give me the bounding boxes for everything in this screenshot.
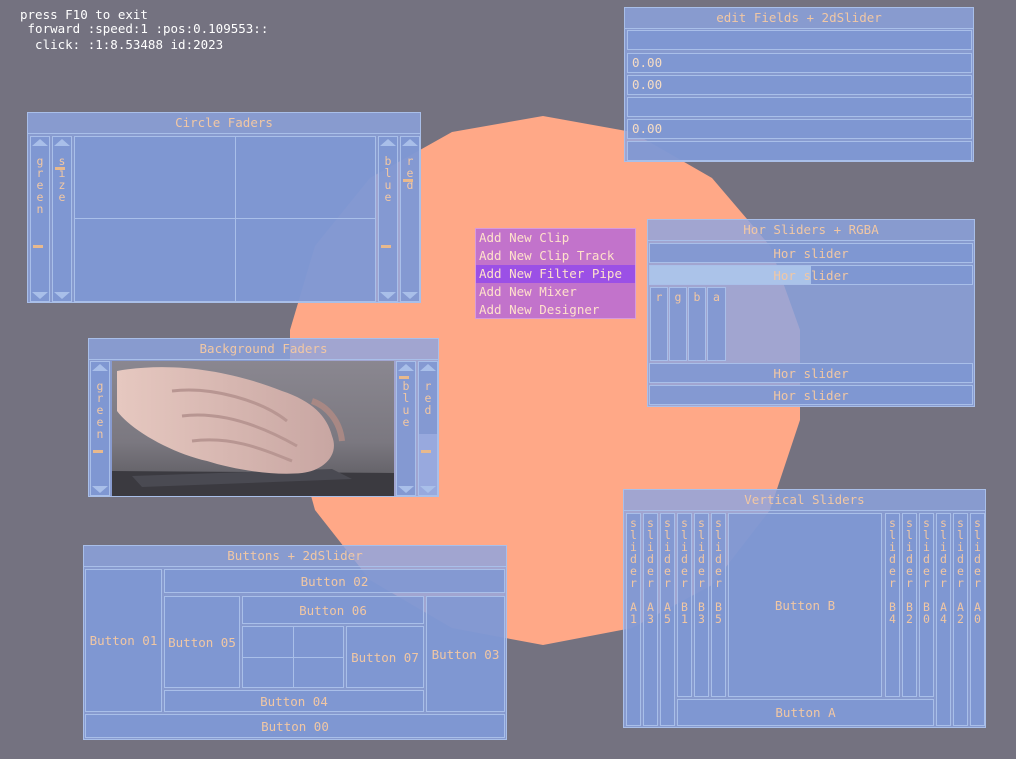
- green-slider[interactable]: g r e e n: [30, 136, 50, 302]
- edit-field-1[interactable]: 0.00: [627, 53, 972, 73]
- menu-item-add-designer[interactable]: Add New Designer: [476, 301, 635, 319]
- vslider-b4[interactable]: s l i d e r B 4: [885, 513, 900, 697]
- background-faders-title: Background Faders: [89, 339, 438, 360]
- vslider-b5[interactable]: s l i d e r B 5: [711, 513, 726, 697]
- arrow-down-icon[interactable]: [54, 292, 70, 299]
- hor-sliders-panel: Hor Sliders + RGBA Hor slider Hor slider…: [647, 219, 975, 407]
- rgba-slider-g[interactable]: g: [669, 287, 687, 361]
- button-00[interactable]: Button 00: [85, 714, 505, 738]
- vslider-b1[interactable]: s l i d e r B 1: [677, 513, 692, 697]
- edit-field-4[interactable]: 0.00: [627, 119, 972, 139]
- hor-slider-2-label: Hor slider: [773, 267, 849, 283]
- button-06[interactable]: Button 06: [242, 596, 424, 624]
- edit-field-2[interactable]: 0.00: [627, 75, 972, 95]
- button-03[interactable]: Button 03: [426, 596, 505, 712]
- blue-slider-label: b l u e: [402, 379, 410, 429]
- buttons-panel: Buttons + 2dSlider Button 01 Button 02 B…: [83, 545, 507, 740]
- button-04[interactable]: Button 04: [164, 690, 424, 712]
- arrow-up-icon[interactable]: [54, 139, 70, 146]
- arrow-down-icon[interactable]: [32, 292, 48, 299]
- edit-field-3[interactable]: [627, 97, 972, 117]
- red-slider[interactable]: r e d: [400, 136, 420, 302]
- circle-faders-title: Circle Faders: [28, 113, 420, 134]
- crosshair-horizontal: [75, 218, 375, 219]
- hor-slider-4[interactable]: Hor slider: [649, 385, 973, 405]
- arrow-down-icon[interactable]: [402, 292, 418, 299]
- hor-slider-1[interactable]: Hor slider: [649, 243, 973, 263]
- button-a[interactable]: Button A: [677, 699, 934, 726]
- blue-slider-label: b l u e: [384, 154, 392, 204]
- red-slider[interactable]: r e d: [418, 361, 438, 496]
- arrow-up-icon[interactable]: [420, 364, 436, 371]
- green-slider[interactable]: g r e e n: [90, 361, 110, 496]
- vslider-a5[interactable]: s l i d e r A 5: [660, 513, 675, 726]
- red-slider-label: r e d: [424, 379, 432, 417]
- size-slider[interactable]: s i z e: [52, 136, 72, 302]
- background-faders-panel: Background Faders g r e e n b l u e r e …: [88, 338, 439, 497]
- crosshair-vertical: [235, 137, 236, 301]
- slider-knob[interactable]: [403, 179, 413, 182]
- button-05[interactable]: Button 05: [164, 596, 240, 688]
- menu-item-add-clip-track[interactable]: Add New Clip Track: [476, 247, 635, 265]
- vslider-b3[interactable]: s l i d e r B 3: [694, 513, 709, 697]
- menu-item-add-filter-pipe[interactable]: Add New Filter Pipe: [476, 265, 635, 283]
- background-video-image: [112, 361, 394, 496]
- edit-fields-title: edit Fields + 2dSlider: [625, 8, 973, 29]
- arrow-up-icon[interactable]: [380, 139, 396, 146]
- rgba-slider-a[interactable]: a: [707, 287, 726, 361]
- arrow-up-icon[interactable]: [402, 139, 418, 146]
- arrow-up-icon[interactable]: [398, 364, 414, 371]
- slider-knob[interactable]: [55, 167, 65, 170]
- vslider-b2[interactable]: s l i d e r B 2: [902, 513, 917, 697]
- buttons-2d-slider[interactable]: [242, 626, 344, 688]
- slider-knob[interactable]: [93, 450, 103, 453]
- vertical-sliders-panel: Vertical Sliders s l i d e r A 1 s l i d…: [623, 489, 986, 728]
- vertical-sliders-title: Vertical Sliders: [624, 490, 985, 511]
- hor-slider-3[interactable]: Hor slider: [649, 363, 973, 383]
- edit-fields-panel: edit Fields + 2dSlider 0.00 0.00 0.00: [624, 7, 974, 162]
- arrow-up-icon[interactable]: [32, 139, 48, 146]
- button-07[interactable]: Button 07: [346, 626, 424, 688]
- slider-knob[interactable]: [33, 245, 43, 248]
- rgba-slider-r[interactable]: r: [650, 287, 668, 361]
- circle-faders-panel: Circle Faders g r e e n s i z e b l u e …: [27, 112, 421, 303]
- hor-sliders-title: Hor Sliders + RGBA: [648, 220, 974, 241]
- slider-knob[interactable]: [421, 450, 431, 453]
- vslider-a2[interactable]: s l i d e r A 2: [953, 513, 968, 726]
- slider-knob[interactable]: [381, 245, 391, 248]
- button-02[interactable]: Button 02: [164, 569, 505, 593]
- rgba-slider-b[interactable]: b: [688, 287, 706, 361]
- green-slider-label: g r e e n: [36, 154, 44, 216]
- menu-item-add-clip[interactable]: Add New Clip: [476, 229, 635, 247]
- red-slider-label: r e d: [406, 154, 414, 192]
- slider-knob[interactable]: [399, 376, 409, 379]
- vslider-b0[interactable]: s l i d e r B 0: [919, 513, 934, 697]
- vslider-a1[interactable]: s l i d e r A 1: [626, 513, 641, 726]
- blue-slider[interactable]: b l u e: [396, 361, 416, 496]
- blue-slider[interactable]: b l u e: [378, 136, 398, 302]
- vslider-a3[interactable]: s l i d e r A 3: [643, 513, 658, 726]
- edit-field-0[interactable]: [627, 30, 972, 50]
- green-slider-label: g r e e n: [96, 379, 104, 441]
- menu-item-add-mixer[interactable]: Add New Mixer: [476, 283, 635, 301]
- rgba-slider-group: r g b a: [649, 287, 729, 361]
- context-menu: Add New Clip Add New Clip Track Add New …: [475, 228, 636, 319]
- hor-slider-2[interactable]: Hor slider: [649, 265, 973, 285]
- button-01[interactable]: Button 01: [85, 569, 162, 712]
- arrow-down-icon[interactable]: [420, 486, 436, 493]
- buttons-panel-title: Buttons + 2dSlider: [84, 546, 506, 567]
- crosshair-horizontal: [243, 657, 343, 658]
- vslider-a0[interactable]: s l i d e r A 0: [970, 513, 985, 726]
- arrow-down-icon[interactable]: [92, 486, 108, 493]
- vslider-a4[interactable]: s l i d e r A 4: [936, 513, 951, 726]
- arrow-down-icon[interactable]: [398, 486, 414, 493]
- circle-2d-slider[interactable]: [74, 136, 376, 302]
- arrow-down-icon[interactable]: [380, 292, 396, 299]
- arrow-up-icon[interactable]: [92, 364, 108, 371]
- edit-field-5[interactable]: [627, 141, 972, 161]
- button-b[interactable]: Button B: [728, 513, 882, 697]
